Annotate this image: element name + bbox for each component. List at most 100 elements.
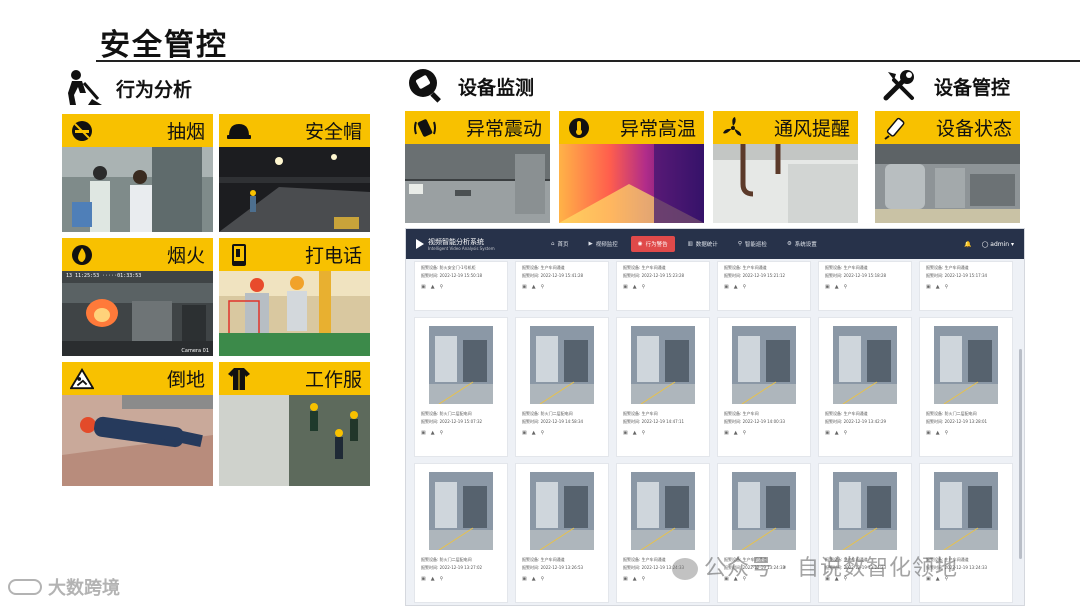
image-icon[interactable]: ▲ [532, 430, 536, 436]
chat-bubble-logo-icon [8, 579, 42, 595]
view-icon[interactable]: ▣ [421, 430, 426, 436]
section-behavior-label: 行为分析 [116, 78, 193, 101]
alarm-snapshot[interactable] [833, 472, 897, 550]
user-icon[interactable]: ⚲ [642, 576, 646, 582]
view-icon[interactable]: ▣ [724, 284, 729, 290]
nav-video[interactable]: ▶ 视频监控 [582, 236, 625, 252]
user-icon[interactable]: ⚲ [541, 430, 545, 436]
view-icon[interactable]: ▣ [623, 576, 628, 582]
user-icon[interactable]: ⚲ [743, 430, 747, 436]
alarm-snapshot[interactable] [631, 472, 695, 550]
view-icon[interactable]: ▣ [926, 284, 931, 290]
alarm-time: 报警时间: 2022-12-19 14:00:33 [724, 419, 786, 424]
view-icon[interactable]: ▣ [724, 430, 729, 436]
alarm-card[interactable]: 报警设备: 生产车间 报警时间: 2022-12-19 14:47:11 ▣ ▲ ⚲ [616, 317, 710, 457]
alarm-time: 报警时间: 2022-12-19 15:21:12 [724, 273, 786, 278]
alarm-device: 报警设备: 生产车间通道 [825, 265, 868, 270]
alarm-snapshot[interactable] [530, 326, 594, 404]
image-icon[interactable]: ▲ [734, 284, 738, 290]
alarm-device: 报警设备: 生产车间 [724, 411, 759, 416]
nav-stats[interactable]: ▥ 数据统计 [681, 236, 725, 252]
image-icon[interactable]: ▲ [835, 284, 839, 290]
view-icon[interactable]: ▣ [522, 284, 527, 290]
alarm-snapshot[interactable] [934, 326, 998, 404]
alarm-snapshot[interactable] [732, 472, 796, 550]
alarm-snapshot[interactable] [934, 472, 998, 550]
tile-helmet: 安全帽 [219, 114, 370, 232]
alarm-card[interactable]: 报警设备: 生产车间通道 报警时间: 2022-12-19 15:41:28 ▣ ▲ ⚲ [515, 261, 609, 311]
view-icon[interactable]: ▣ [421, 576, 426, 582]
view-icon[interactable]: ▣ [825, 284, 830, 290]
image-icon[interactable]: ▲ [936, 284, 940, 290]
user-icon[interactable]: ⚲ [945, 284, 949, 290]
alarm-card[interactable]: 报警设备: 生产车间通道 报警时间: 2022-12-19 15:18:28 ▣ ▲ ⚲ [818, 261, 912, 311]
nav-alarms[interactable]: ◉ 行为警告 [630, 236, 675, 252]
image-icon[interactable]: ▲ [431, 430, 435, 436]
nav-settings[interactable]: ⚙ 系统设置 [780, 236, 824, 252]
view-icon[interactable]: ▣ [522, 430, 527, 436]
alarm-card[interactable]: 报警设备: 生产车间通道 报警时间: 2022-12-19 15:23:28 ▣ ▲ ⚲ [616, 261, 710, 311]
user-icon[interactable]: ⚲ [945, 430, 949, 436]
image-icon[interactable]: ▲ [431, 576, 435, 582]
alarm-card[interactable]: 报警设备: 生产车间通道 报警时间: 2022-12-19 13:42:29 ▣ ▲ ⚲ [818, 317, 912, 457]
image-icon[interactable]: ▲ [835, 430, 839, 436]
image-icon[interactable]: ▲ [532, 576, 536, 582]
user-icon[interactable]: ⚲ [844, 430, 848, 436]
alarm-snapshot[interactable] [833, 326, 897, 404]
alarm-actions: ▣ ▲ ⚲ [724, 284, 746, 290]
alarm-card[interactable]: 报警设备: 防火安全门-1号机柜 报警时间: 2022-12-19 15:50:1… [414, 261, 508, 311]
alarm-card[interactable]: 报警设备: 生产车间通道 报警时间: 2022-12-19 13:24:33 ▣ ▲ ⚲ [717, 463, 811, 603]
user-icon[interactable]: ⚲ [541, 576, 545, 582]
view-icon[interactable]: ▣ [825, 430, 830, 436]
view-icon[interactable]: ▣ [623, 284, 628, 290]
app-logo[interactable]: 视频智能分析系统 Intelligent Video Analysis Syst… [416, 238, 526, 251]
alarm-card[interactable]: 报警设备: 防火门二层配电间 报警时间: 2022-12-19 15:07:32 ▣… [414, 317, 508, 457]
alarm-card[interactable]: 报警设备: 生产车间通道 报警时间: 2022-12-19 15:21:12 ▣ ▲ ⚲ [717, 261, 811, 311]
alarm-card[interactable]: 报警设备: 生产车间通道 报警时间: 2022-12-19 13:26:53 ▣ ▲ ⚲ [515, 463, 609, 603]
thermometer-icon [567, 116, 591, 140]
bell-icon[interactable]: 🔔 [964, 241, 971, 248]
user-icon[interactable]: ⚲ [642, 430, 646, 436]
play-logo-icon [416, 239, 424, 249]
view-icon[interactable]: ▣ [522, 576, 527, 582]
user-icon[interactable]: ⚲ [440, 430, 444, 436]
image-icon[interactable]: ▲ [936, 430, 940, 436]
image-icon[interactable]: ▲ [633, 576, 637, 582]
user-icon[interactable]: ⚲ [440, 576, 444, 582]
image-icon[interactable]: ▲ [532, 284, 536, 290]
tile-photo: 13 11:25:53 ·····01:33:53 Camera 01 [62, 271, 213, 356]
view-icon[interactable]: ▣ [926, 430, 931, 436]
alarm-snapshot[interactable] [530, 472, 594, 550]
title-divider [96, 60, 1080, 62]
view-icon[interactable]: ▣ [421, 284, 426, 290]
image-icon[interactable]: ▲ [633, 430, 637, 436]
scrollbar[interactable] [1019, 349, 1022, 559]
user-icon[interactable]: ⚲ [541, 284, 545, 290]
alarm-card[interactable]: 报警设备: 生产车间通道 报警时间: 2022-12-19 13:24:33 ▣ ▲ ⚲ [919, 463, 1013, 603]
alarm-time: 报警时间: 2022-12-19 15:41:28 [522, 273, 584, 278]
alarm-card[interactable]: 报警设备: 生产车间报警时间: 2022-12-19 14:00:33 ▣ ▲ ⚲ [717, 317, 811, 457]
alarm-card[interactable]: 报警设备: 防火门二层配电间 报警时间: 2022-12-19 14:58:34 ▣… [515, 317, 609, 457]
nav-home[interactable]: ⌂ 首页 [544, 236, 576, 252]
user-icon[interactable]: ⚲ [844, 284, 848, 290]
nav-inspection[interactable]: ⚲ 智能巡检 [731, 236, 774, 252]
alarm-snapshot[interactable] [429, 326, 493, 404]
user-menu[interactable]: ◯ admin ▾ [982, 241, 1014, 248]
alarm-card[interactable]: 报警设备: 生产车间通道 报警时间: 2022-12-19 15:17:34 ▣ ▲ ⚲ [919, 261, 1013, 311]
image-icon[interactable]: ▲ [734, 430, 738, 436]
alarm-card[interactable]: 报警设备: 防火门二层配电间 报警时间: 2022-12-19 13:28:01 ▣… [919, 317, 1013, 457]
alarm-snapshot[interactable] [631, 326, 695, 404]
user-icon[interactable]: ⚲ [440, 284, 444, 290]
image-icon[interactable]: ▲ [431, 284, 435, 290]
view-icon[interactable]: ▣ [623, 430, 628, 436]
vibration-icon [413, 116, 437, 140]
user-icon[interactable]: ⚲ [642, 284, 646, 290]
user-icon[interactable]: ⚲ [743, 284, 747, 290]
image-icon[interactable]: ▲ [633, 284, 637, 290]
alarm-snapshot[interactable] [732, 326, 796, 404]
tile-vibration: 异常震动 [405, 111, 550, 223]
alarm-card[interactable]: 报警设备: 防火门二层配电间 报警时间: 2022-12-19 13:27:02 ▣… [414, 463, 508, 603]
alarm-card[interactable]: 报警设备: 生产车间通道 报警时间: 2022-12-19 13:24:33 ▣ ▲ ⚲ [616, 463, 710, 603]
alarm-card[interactable]: 报警设备: 生产车间通道 报警时间: 2022-12-19 13:24:33 ▣ ▲ ⚲ [818, 463, 912, 603]
alarm-snapshot[interactable] [429, 472, 493, 550]
